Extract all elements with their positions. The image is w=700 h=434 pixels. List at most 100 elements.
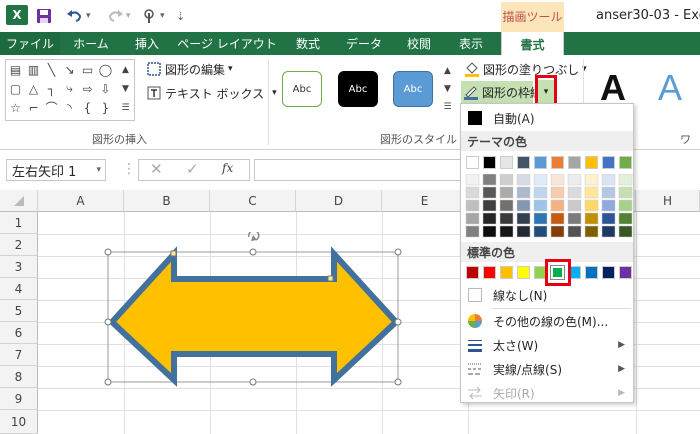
tab-review[interactable]: 校閲 xyxy=(394,32,444,55)
curve-shape-icon[interactable]: ⌒ xyxy=(44,100,59,115)
edit-shape-button[interactable]: 図形の編集 ▾ xyxy=(146,59,233,79)
enter-icon[interactable]: ✓ xyxy=(186,160,199,178)
tab-file[interactable]: ファイル xyxy=(0,32,60,55)
column-header[interactable]: B xyxy=(124,190,210,212)
row-header[interactable]: 1 xyxy=(0,212,38,234)
oval-shape-icon[interactable]: ◯ xyxy=(98,62,113,77)
customize-qat-icon[interactable]: ⇣ xyxy=(176,6,185,26)
menu-no-outline[interactable]: 線なし(N) xyxy=(461,284,633,306)
shapes-gallery[interactable]: ▤ ▥ ╲ ↘ ▭ ◯ ▢ △ ┐ ⤷ ⇨ ⇩ ☆ ⌐ ⌒ ◝ { } ▲ ▼ … xyxy=(5,59,135,121)
vertical-textbox-shape-icon[interactable]: ▥ xyxy=(26,62,41,77)
standard-color-swatch[interactable] xyxy=(517,266,530,279)
undo-dropdown-icon[interactable]: ▾ xyxy=(86,6,91,26)
touch-dropdown-icon[interactable]: ▾ xyxy=(160,6,165,26)
column-header[interactable]: D xyxy=(296,190,382,212)
gallery-scroll-up-icon[interactable]: ▲ xyxy=(118,62,133,77)
left-right-arrow-shape[interactable] xyxy=(100,232,410,392)
standard-color-swatch[interactable] xyxy=(500,266,513,279)
theme-color-swatch[interactable] xyxy=(551,156,564,169)
styles-scroll-down-icon[interactable]: ▼ xyxy=(440,81,455,96)
menu-weight[interactable]: 太さ(W) ▶ xyxy=(461,334,633,356)
standard-color-swatch[interactable] xyxy=(602,266,615,279)
text-box-button[interactable]: テキスト ボックス ▾ xyxy=(146,83,277,103)
tab-formulas[interactable]: 数式 xyxy=(282,32,334,55)
standard-color-swatch[interactable] xyxy=(585,266,598,279)
theme-color-swatch[interactable] xyxy=(500,156,513,169)
shape-style-blue[interactable]: Abc xyxy=(393,71,433,107)
theme-color-shades[interactable] xyxy=(465,174,635,238)
tab-home[interactable]: ホーム xyxy=(62,32,120,55)
menu-more-colors[interactable]: その他の線の色(M)... xyxy=(461,310,633,332)
gallery-more-icon[interactable]: ☰ xyxy=(118,100,133,115)
standard-color-swatch[interactable] xyxy=(619,266,632,279)
theme-color-swatch[interactable] xyxy=(517,156,530,169)
tab-page-layout[interactable]: ページ レイアウト xyxy=(176,32,278,55)
theme-color-swatch[interactable] xyxy=(466,156,479,169)
styles-scroll-up-icon[interactable]: ▲ xyxy=(440,63,455,78)
elbow-connector-icon[interactable]: ┐ xyxy=(44,81,59,96)
paint-bucket-icon xyxy=(464,61,480,77)
arc-shape-icon[interactable]: ◝ xyxy=(62,100,77,115)
tab-format[interactable]: 書式 xyxy=(501,32,564,56)
redo-dropdown-icon[interactable]: ▾ xyxy=(126,6,131,26)
theme-color-swatch[interactable] xyxy=(602,156,615,169)
shape-fill-button[interactable]: 図形の塗りつぶし ▾ xyxy=(464,59,587,79)
brace-left-shape-icon[interactable]: { xyxy=(80,100,95,115)
tab-view[interactable]: 表示 xyxy=(446,32,496,55)
triangle-shape-icon[interactable]: △ xyxy=(26,81,41,96)
menu-dashes[interactable]: 実線/点線(S) ▶ xyxy=(461,358,633,380)
wordart-style-blue[interactable]: A xyxy=(658,67,682,109)
row-header[interactable]: 2 xyxy=(0,234,38,256)
column-header[interactable]: A xyxy=(38,190,124,212)
shape-style-white[interactable]: Abc xyxy=(282,71,322,107)
standard-color-swatch[interactable] xyxy=(483,266,496,279)
row-header[interactable]: 5 xyxy=(0,300,38,322)
star-shape-icon[interactable]: ☆ xyxy=(8,100,23,115)
theme-color-swatch[interactable] xyxy=(534,156,547,169)
name-box[interactable]: 左右矢印 1 ▾ xyxy=(6,159,106,181)
right-arrow-shape-icon[interactable]: ⇨ xyxy=(80,81,95,96)
textbox-shape-icon[interactable]: ▤ xyxy=(8,62,23,77)
row-header[interactable]: 4 xyxy=(0,278,38,300)
shape-style-black[interactable]: Abc xyxy=(338,71,378,107)
bent-line-shape-icon[interactable]: ⌐ xyxy=(26,100,41,115)
standard-color-swatch[interactable] xyxy=(466,266,479,279)
column-header[interactable]: C xyxy=(210,190,296,212)
insert-function-icon[interactable]: fx xyxy=(222,161,233,175)
select-all-corner[interactable] xyxy=(0,190,38,212)
down-arrow-shape-icon[interactable]: ⇩ xyxy=(98,81,113,96)
save-icon[interactable] xyxy=(36,6,52,26)
formula-input[interactable] xyxy=(254,159,464,181)
row-header[interactable]: 8 xyxy=(0,366,38,388)
arrow-line-shape-icon[interactable]: ↘ xyxy=(62,62,77,77)
no-outline-swatch xyxy=(467,287,483,303)
theme-color-swatch[interactable] xyxy=(568,156,581,169)
gallery-scroll-down-icon[interactable]: ▼ xyxy=(118,81,133,96)
styles-more-icon[interactable]: ☰ xyxy=(440,99,455,114)
menu-automatic[interactable]: 自動(A) xyxy=(461,107,633,129)
theme-color-swatch[interactable] xyxy=(585,156,598,169)
theme-color-swatch[interactable] xyxy=(483,156,496,169)
line-shape-icon[interactable]: ╲ xyxy=(44,62,59,77)
curved-connector-icon[interactable]: ⤷ xyxy=(62,81,77,96)
excel-app-icon: X xyxy=(6,5,28,25)
rounded-rect-shape-icon[interactable]: ▢ xyxy=(8,81,23,96)
row-header[interactable]: 7 xyxy=(0,344,38,366)
tab-insert[interactable]: 挿入 xyxy=(122,32,172,55)
row-header[interactable]: 6 xyxy=(0,322,38,344)
row-header[interactable]: 3 xyxy=(0,256,38,278)
cancel-icon[interactable]: ✕ xyxy=(150,160,163,178)
row-header[interactable]: 9 xyxy=(0,388,38,410)
tab-data[interactable]: データ xyxy=(336,32,392,55)
column-header[interactable]: H xyxy=(636,190,700,212)
shape-outline-button[interactable]: 図形の枠線 xyxy=(461,81,542,103)
rectangle-shape-icon[interactable]: ▭ xyxy=(80,62,95,77)
undo-icon[interactable] xyxy=(66,6,84,26)
theme-color-swatch[interactable] xyxy=(619,156,632,169)
column-header[interactable]: E xyxy=(382,190,468,212)
redo-icon[interactable] xyxy=(106,6,124,26)
row-header[interactable]: 10 xyxy=(0,410,38,434)
brace-right-shape-icon[interactable]: } xyxy=(98,100,113,115)
chevron-down-icon[interactable]: ▾ xyxy=(96,165,101,175)
touch-mode-icon[interactable] xyxy=(142,6,158,26)
